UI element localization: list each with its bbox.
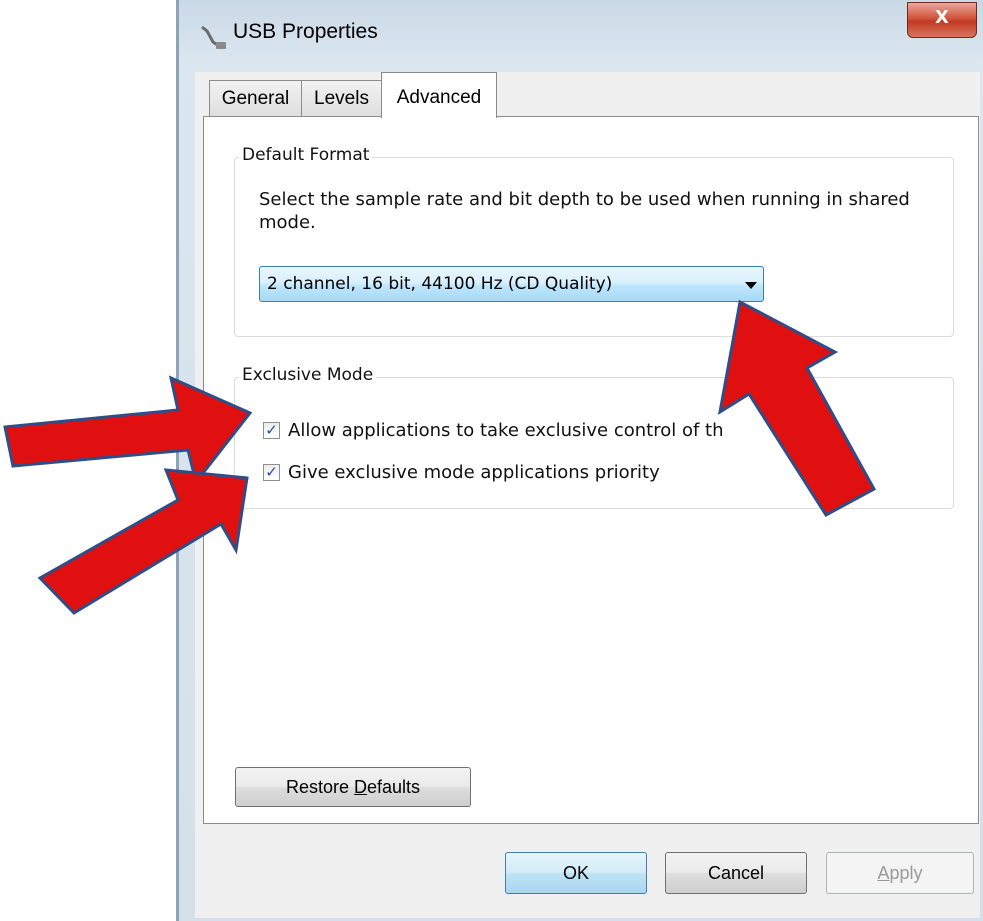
exclusive-priority-label: Give exclusive mode applications priorit… <box>288 462 660 483</box>
default-format-group-title: Default Format <box>239 145 373 165</box>
usb-properties-dialog: USB Properties X General Levels Advanced… <box>176 0 983 921</box>
allow-exclusive-control-label-start: Allow applications to take exclusive con… <box>288 420 724 441</box>
dialog-client-area: General Levels Advanced Default Format S… <box>195 72 980 918</box>
default-format-description: Select the sample rate and bit depth to … <box>259 189 910 233</box>
exclusive-priority-checkbox[interactable]: ✓ Give exclusive mode applications prior… <box>263 462 923 486</box>
cancel-button[interactable]: Cancel <box>665 852 807 894</box>
apply-button[interactable]: Apply <box>826 852 974 894</box>
apply-label: pply <box>889 863 923 883</box>
default-format-group: Default Format Select the sample rate an… <box>234 145 954 337</box>
usb-device-icon <box>201 25 226 49</box>
apply-accelerator: A <box>877 863 890 883</box>
restore-defaults-label-rest: efaults <box>366 777 421 797</box>
ok-button[interactable]: OK <box>505 852 647 894</box>
tab-general[interactable]: General <box>209 80 302 117</box>
allow-exclusive-control-label: Allow applications to take exclusive con… <box>288 420 830 441</box>
checkmark-icon[interactable]: ✓ <box>263 464 280 481</box>
allow-exclusive-control-label-end: vice <box>793 420 831 441</box>
exclusive-mode-group-title: Exclusive Mode <box>239 365 377 385</box>
chevron-down-icon <box>745 282 757 289</box>
default-format-selected-value: 2 channel, 16 bit, 44100 Hz (CD Quality) <box>267 274 613 294</box>
allow-exclusive-control-checkbox[interactable]: ✓ Allow applications to take exclusive c… <box>263 420 923 444</box>
title-bar[interactable]: USB Properties X <box>179 0 983 72</box>
tab-levels[interactable]: Levels <box>301 80 382 117</box>
restore-defaults-accelerator: D <box>353 777 367 797</box>
restore-defaults-label: Restore <box>285 777 354 797</box>
close-button[interactable]: X <box>907 2 977 38</box>
exclusive-mode-group: Exclusive Mode ✓ Allow applications to t… <box>234 365 954 509</box>
checkmark-icon[interactable]: ✓ <box>263 422 280 439</box>
advanced-tab-panel: Default Format Select the sample rate an… <box>203 116 979 824</box>
restore-defaults-button[interactable]: Restore Defaults <box>235 767 471 807</box>
default-format-select[interactable]: 2 channel, 16 bit, 44100 Hz (CD Quality) <box>259 266 764 302</box>
tab-advanced[interactable]: Advanced <box>381 72 497 118</box>
window-title: USB Properties <box>233 20 378 43</box>
